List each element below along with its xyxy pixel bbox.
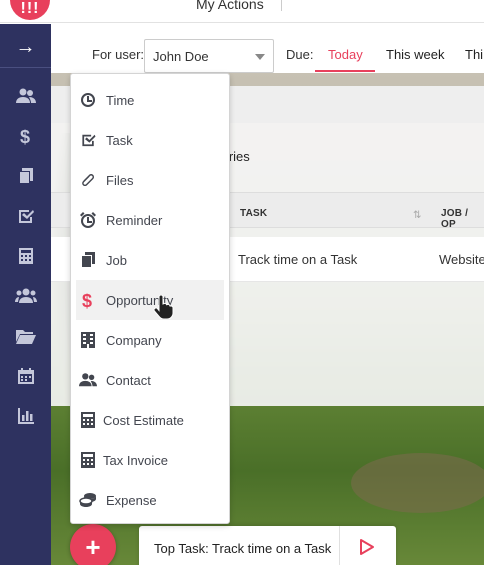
top-task-bar: Top Task: Track time on a Task (139, 526, 396, 565)
play-icon[interactable] (359, 538, 375, 556)
sidebar-item-contacts[interactable] (0, 76, 51, 116)
contacts-icon (79, 373, 97, 387)
due-label: Due: (286, 47, 314, 62)
task-check-icon (18, 210, 34, 223)
menu-item-label: Company (106, 332, 162, 348)
menu-item-label: Time (106, 92, 135, 108)
clock-icon (81, 93, 95, 107)
sidebar-item-team[interactable] (0, 276, 51, 316)
tab-today[interactable]: Today (328, 47, 363, 62)
sort-icon[interactable]: ⇅ (413, 210, 421, 221)
for-user-label: For user: (92, 47, 145, 62)
active-tab-underline (315, 70, 375, 72)
tab-this-month[interactable]: Thi (465, 47, 483, 62)
menu-item-label: Tax Invoice (103, 452, 169, 468)
sidebar-item-sales[interactable]: $ (0, 116, 51, 156)
hand-cursor-icon (153, 295, 174, 319)
menu-item-tax-invoice[interactable]: Tax Invoice (76, 440, 224, 480)
paperclip-icon (82, 174, 94, 187)
menu-item-label: Job (106, 252, 127, 268)
tab-this-week[interactable]: This week (386, 47, 445, 62)
create-menu: Time Task Files Reminder Job $ Opportuni… (70, 73, 230, 524)
background-path (351, 453, 484, 513)
calculator-icon (81, 452, 95, 468)
menu-item-opportunity[interactable]: $ Opportunity (76, 280, 224, 320)
page-title: My Actions (196, 0, 264, 12)
divider (339, 526, 340, 565)
menu-item-label: Contact (106, 372, 151, 388)
column-header-job[interactable]: JOB / OP (441, 208, 484, 230)
top-bar: !!! My Actions (0, 0, 484, 23)
menu-item-label: Reminder (106, 212, 163, 228)
logo-text: !!! (20, 0, 40, 17)
menu-item-job[interactable]: Job (76, 240, 224, 280)
building-icon (81, 332, 95, 348)
calendar-icon (17, 368, 34, 384)
folder-icon (15, 330, 36, 344)
dollar-icon: $ (20, 127, 30, 145)
menu-item-label: Task (106, 132, 133, 148)
menu-item-label: Expense (106, 492, 157, 508)
menu-item-company[interactable]: Company (76, 320, 224, 360)
sidebar-item-tasks[interactable] (0, 196, 51, 236)
sidebar-expand-arrow-icon[interactable]: → (0, 28, 51, 68)
calculator-icon (18, 248, 33, 264)
menu-item-contact[interactable]: Contact (76, 360, 224, 400)
coins-icon (79, 493, 96, 507)
chevron-down-icon (255, 54, 265, 60)
bar-chart-icon (17, 408, 34, 424)
calculator-icon (81, 412, 95, 428)
sidebar-item-calculator[interactable] (0, 236, 51, 276)
column-header-task[interactable]: TASK (240, 208, 267, 219)
menu-item-label: Files (106, 172, 134, 188)
menu-item-files[interactable]: Files (76, 160, 224, 200)
menu-item-cost-estimate[interactable]: Cost Estimate (76, 400, 224, 440)
user-select[interactable]: John Doe (144, 39, 274, 73)
files-icon (18, 168, 33, 184)
user-select-value: John Doe (153, 49, 209, 64)
sidebar: → $ (0, 24, 51, 565)
menu-item-time[interactable]: Time (76, 80, 224, 120)
sidebar-item-reports[interactable] (0, 396, 51, 436)
task-check-icon (81, 134, 95, 147)
add-new-button[interactable]: + (70, 524, 116, 565)
contacts-icon (15, 88, 36, 103)
team-icon (14, 288, 37, 303)
svg-text:$: $ (82, 291, 92, 309)
menu-item-label: Cost Estimate (103, 412, 184, 428)
sidebar-item-folder[interactable] (0, 316, 51, 356)
menu-item-expense[interactable]: Expense (76, 480, 224, 520)
divider (281, 0, 282, 11)
app-logo[interactable]: !!! (10, 0, 50, 20)
sidebar-item-calendar[interactable] (0, 356, 51, 396)
menu-item-reminder[interactable]: Reminder (76, 200, 224, 240)
menu-item-task[interactable]: Task (76, 120, 224, 160)
row-job-cell[interactable]: Website (439, 252, 484, 267)
row-task-cell[interactable]: Track time on a Task (238, 252, 357, 267)
dollar-icon: $ (82, 291, 92, 309)
job-icon (81, 252, 95, 268)
filter-bar: For user: John Doe Due: Today This week … (51, 24, 484, 73)
svg-text:$: $ (20, 127, 30, 145)
alarm-icon (80, 212, 96, 228)
top-task-text[interactable]: Top Task: Track time on a Task (154, 541, 331, 556)
sidebar-item-files[interactable] (0, 156, 51, 196)
